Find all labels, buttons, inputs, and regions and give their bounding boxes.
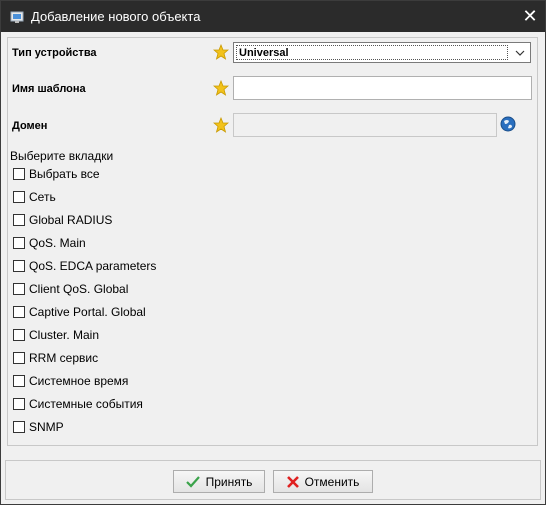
template-name-input[interactable] [233,76,532,100]
cancel-button[interactable]: Отменить [273,470,373,493]
checkbox-label: Client QoS. Global [29,282,129,296]
tab-checkbox-row[interactable]: Выбрать все [13,166,100,182]
tab-checkbox-row[interactable]: Системное время [13,373,128,389]
checkbox[interactable] [13,398,25,410]
checkbox-label: QoS. EDCA parameters [29,259,157,273]
template-name-label: Имя шаблона [12,83,86,95]
tab-checkbox-row[interactable]: QoS. EDCA parameters [13,258,156,274]
cancel-x-icon [286,475,299,488]
checkbox[interactable] [13,260,25,272]
domain-input [233,113,497,137]
checkbox-label: Системное время [29,374,129,388]
close-icon: ✕ [522,6,538,26]
form-panel: Тип устройства Universal Имя шаблона Дом… [7,37,538,446]
star-icon [213,117,229,133]
checkbox-label: Global RADIUS [29,213,113,227]
app-icon [9,9,25,25]
checkbox-label: Системные события [29,397,143,411]
tab-checkbox-row[interactable]: Системные события [13,396,143,412]
tabs-section-label: Выберите вкладки [10,149,114,163]
checkbox[interactable] [13,283,25,295]
device-type-value: Universal [236,45,508,60]
checkmark-icon [185,475,200,488]
checkbox[interactable] [13,352,25,364]
device-type-label: Тип устройства [12,47,97,59]
accept-label: Принять [205,474,253,489]
tab-checkbox-row[interactable]: RRM сервис [13,350,98,366]
tab-checkbox-row[interactable]: Client QoS. Global [13,281,128,297]
star-icon [213,80,229,96]
tab-checkbox-row[interactable]: Captive Portal. Global [13,304,146,320]
tab-checkbox-row[interactable]: Cluster. Main [13,327,99,343]
tab-checkbox-row[interactable]: QoS. Main [13,235,86,251]
checkbox-label: RRM сервис [29,351,99,365]
tab-checkbox-row[interactable]: Сеть [13,189,56,205]
checkbox[interactable] [13,329,25,341]
checkbox[interactable] [13,306,25,318]
cancel-label: Отменить [304,474,360,489]
accept-button[interactable]: Принять [173,470,265,493]
globe-icon[interactable] [500,116,516,132]
title-bar: Добавление нового объекта ✕ [1,1,545,32]
checkbox[interactable] [13,168,25,180]
checkbox-label: Captive Portal. Global [29,305,146,319]
checkbox-label: SNMP [29,420,64,434]
button-bar: Принять Отменить [5,460,541,500]
checkbox-label: Cluster. Main [29,328,100,342]
checkbox-label: QoS. Main [29,236,86,250]
checkbox-label: Сеть [29,190,56,204]
domain-label: Домен [12,120,48,132]
checkbox[interactable] [13,214,25,226]
dialog-window: Добавление нового объекта ✕ Тип устройст… [0,0,546,505]
tab-checkbox-row[interactable]: SNMP [13,419,64,435]
chevron-down-icon [515,50,525,56]
checkbox-label: Выбрать все [29,167,100,181]
close-button[interactable]: ✕ [515,1,545,32]
tab-checkbox-row[interactable]: Global RADIUS [13,212,112,228]
star-icon [213,44,229,60]
device-type-select[interactable]: Universal [233,42,531,63]
checkbox[interactable] [13,421,25,433]
checkbox[interactable] [13,191,25,203]
checkbox[interactable] [13,375,25,387]
checkbox[interactable] [13,237,25,249]
window-title: Добавление нового объекта [31,9,201,24]
